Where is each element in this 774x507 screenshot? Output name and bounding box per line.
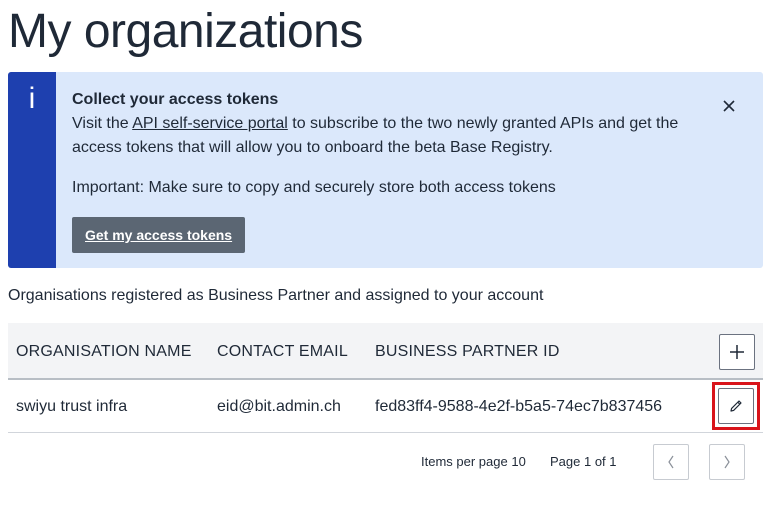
cell-organisation-name: swiyu trust infra bbox=[16, 398, 128, 415]
info-icon: i bbox=[28, 82, 36, 115]
notice-title: Collect your access tokens bbox=[72, 91, 279, 108]
items-per-page[interactable]: Items per page 10 bbox=[421, 444, 526, 480]
table-subtitle: Organisations registered as Business Par… bbox=[8, 287, 544, 304]
column-header-business-partner-id: BUSINESS PARTNER ID bbox=[375, 343, 560, 360]
next-page-button[interactable] bbox=[709, 444, 745, 480]
cell-contact-email: eid@bit.admin.ch bbox=[217, 398, 341, 415]
table-row: swiyu trust infra eid@bit.admin.ch fed83… bbox=[8, 380, 763, 433]
notice-text-before-link: Visit the bbox=[72, 115, 133, 132]
api-portal-link[interactable]: API self-service portal bbox=[132, 115, 288, 132]
notice-accent-bar: i bbox=[8, 72, 56, 268]
close-icon[interactable] bbox=[719, 96, 739, 116]
chevron-left-icon bbox=[668, 455, 674, 469]
items-per-page-label: Items per page bbox=[421, 454, 508, 469]
add-organisation-button[interactable] bbox=[719, 334, 755, 370]
items-per-page-value: 10 bbox=[511, 454, 526, 469]
notice-text: Visit the API self-service portal to sub… bbox=[72, 112, 712, 160]
notice-body: Collect your access tokens Visit the API… bbox=[72, 90, 712, 253]
edit-button-highlight bbox=[712, 382, 760, 430]
previous-page-button[interactable] bbox=[653, 444, 689, 480]
plus-icon bbox=[730, 345, 744, 359]
page-info: Page 1 of 1 bbox=[550, 454, 617, 469]
organisations-table: ORGANISATION NAME CONTACT EMAIL BUSINESS… bbox=[8, 323, 763, 433]
page-title: My organizations bbox=[8, 5, 363, 58]
column-header-contact-email: CONTACT EMAIL bbox=[217, 343, 348, 360]
pagination: Items per page 10 Page 1 of 1 bbox=[8, 444, 763, 480]
edit-organisation-button[interactable] bbox=[718, 388, 754, 424]
notification-banner: i Collect your access tokens Visit the A… bbox=[8, 72, 763, 268]
chevron-right-icon bbox=[724, 455, 730, 469]
column-header-organisation-name: ORGANISATION NAME bbox=[16, 343, 192, 360]
get-access-tokens-button[interactable]: Get my access tokens bbox=[72, 217, 246, 253]
cell-business-partner-id: fed83ff4-9588-4e2f-b5a5-74ec7b837456 bbox=[375, 398, 663, 415]
table-header: ORGANISATION NAME CONTACT EMAIL BUSINESS… bbox=[8, 323, 763, 380]
pencil-icon bbox=[730, 400, 742, 412]
notice-important-text: Important: Make sure to copy and securel… bbox=[72, 179, 556, 196]
